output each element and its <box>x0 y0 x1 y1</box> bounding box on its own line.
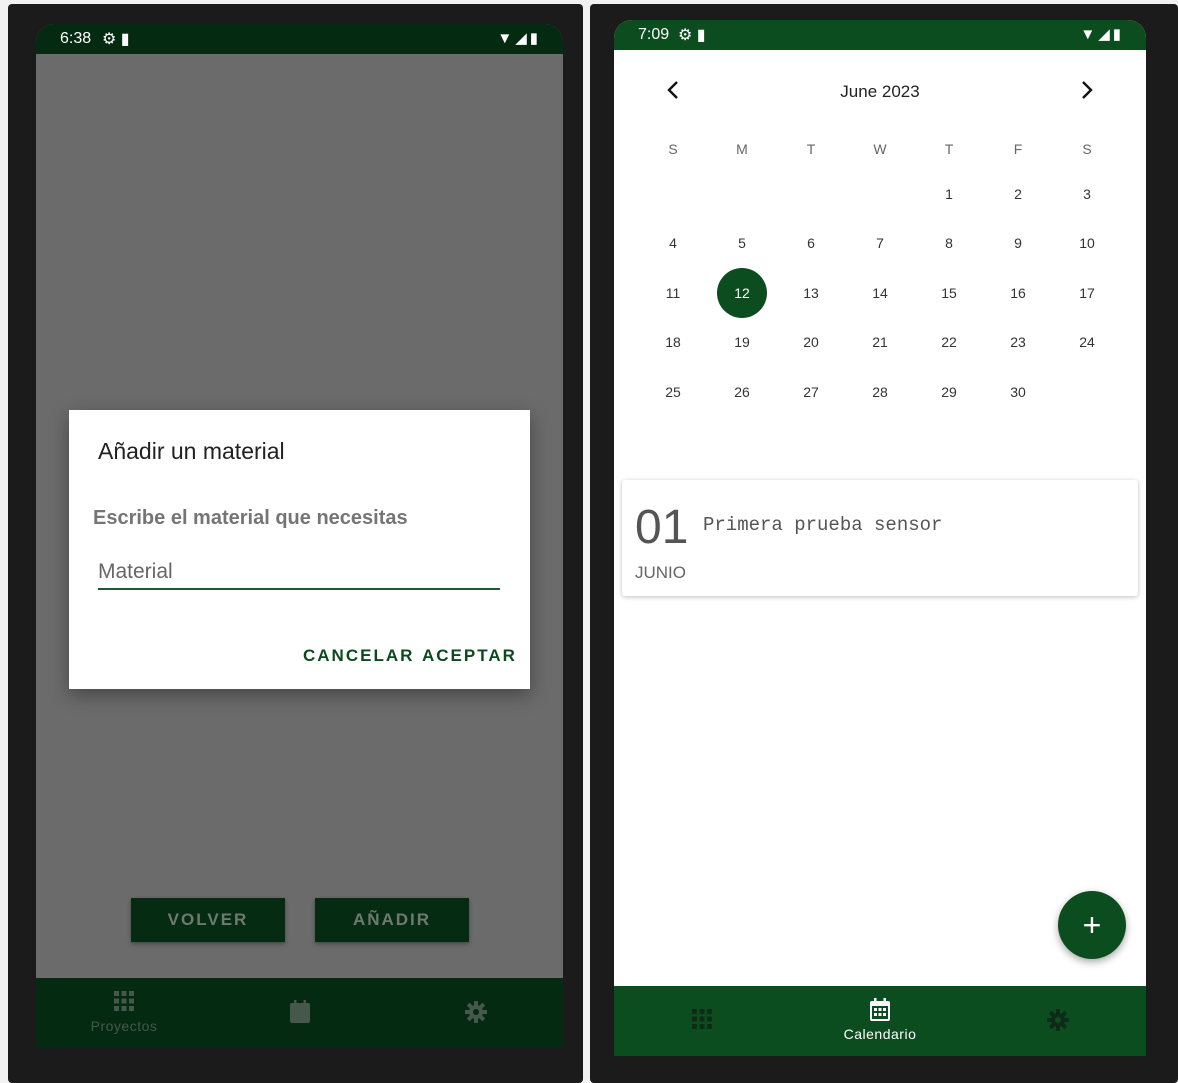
calendar-day[interactable]: 29 <box>924 367 974 417</box>
previous-month-button[interactable] <box>660 80 686 106</box>
weekday-label: W <box>873 141 887 157</box>
status-system-icons: ▼◢▮ <box>1080 26 1124 43</box>
event-month: JUNIO <box>635 563 686 582</box>
event-day: 01 <box>635 501 689 554</box>
event-title: Primera prueba sensor <box>703 514 943 536</box>
calendar-day[interactable]: 20 <box>786 317 836 367</box>
phone-frame-right: 7:09 ⚙ ▮ ▼◢▮ June 2023 SMTWTFS 123456789… <box>590 4 1178 1083</box>
weekday-label: T <box>944 141 954 157</box>
nav-item-ajustes[interactable] <box>970 986 1146 1056</box>
calendar-day[interactable]: 27 <box>786 367 836 417</box>
calendar-day[interactable]: 1 <box>924 169 974 219</box>
weekday-label: T <box>806 141 816 157</box>
bottom-navigation: Calendario <box>614 986 1146 1056</box>
calendar-icon <box>792 998 968 1022</box>
status-bar: 6:38 ⚙ ▮ ▼◢▮ <box>36 24 563 54</box>
calendar-day[interactable]: 5 <box>717 218 767 268</box>
calendar-icon <box>212 1000 388 1024</box>
calendar-day[interactable]: 13 <box>786 268 836 318</box>
calendar-day[interactable]: 10 <box>1062 218 1112 268</box>
volver-button: VOLVER <box>131 898 285 942</box>
nav-item-proyectos[interactable]: Proyectos <box>36 978 212 1048</box>
nav-item-ajustes[interactable] <box>388 978 563 1048</box>
status-notification-icons: ⚙ ▮ <box>102 31 130 48</box>
anadir-button: AÑADIR <box>315 898 469 942</box>
event-card[interactable]: 01 JUNIO Primera prueba sensor <box>622 480 1138 596</box>
screen-calendar: 7:09 ⚙ ▮ ▼◢▮ June 2023 SMTWTFS 123456789… <box>614 20 1146 1056</box>
calendar-day[interactable]: 26 <box>717 367 767 417</box>
calendar-month-label: June 2023 <box>840 82 920 101</box>
calendar-day[interactable]: 17 <box>1062 268 1112 318</box>
status-system-icons: ▼◢▮ <box>497 30 541 47</box>
calendar-day[interactable]: 25 <box>648 367 698 417</box>
dialog-prompt: Escribe el material que necesitas <box>93 507 408 529</box>
dialog-title: Añadir un material <box>98 438 285 464</box>
weekday-label: M <box>736 141 748 157</box>
gear-icon <box>970 1008 1146 1032</box>
calendar-day[interactable]: 30 <box>993 367 1043 417</box>
chevron-left-icon <box>667 81 678 99</box>
grid-icon <box>614 1008 790 1032</box>
screen-add-material: 6:38 ⚙ ▮ ▼◢▮ VOLVER AÑADIR Añadir un mat… <box>36 24 563 1048</box>
nav-item-calendario[interactable] <box>212 978 388 1048</box>
calendar-day[interactable]: 6 <box>786 218 836 268</box>
add-material-dialog: Añadir un material Escribe el material q… <box>69 410 530 689</box>
calendar-day[interactable]: 28 <box>855 367 905 417</box>
nav-label: Proyectos <box>90 1018 158 1034</box>
weekday-label: F <box>1013 141 1023 157</box>
status-bar: 7:09 ⚙ ▮ ▼◢▮ <box>614 20 1146 50</box>
cancel-button[interactable]: CANCELAR <box>303 646 414 666</box>
calendar-day[interactable]: 23 <box>993 317 1043 367</box>
calendar-day[interactable]: 24 <box>1062 317 1112 367</box>
nav-item-proyectos[interactable] <box>614 986 790 1056</box>
calendar-day[interactable]: 8 <box>924 218 974 268</box>
calendar-day[interactable]: 15 <box>924 268 974 318</box>
grid-icon <box>36 990 212 1014</box>
phone-frame-left: 6:38 ⚙ ▮ ▼◢▮ VOLVER AÑADIR Añadir un mat… <box>8 4 583 1083</box>
calendar-day[interactable]: 2 <box>993 169 1043 219</box>
nav-label: Calendario <box>843 1026 917 1042</box>
status-time: 7:09 <box>638 26 670 43</box>
calendar-day[interactable]: 3 <box>1062 169 1112 219</box>
calendar-day[interactable]: 7 <box>855 218 905 268</box>
nav-item-calendario[interactable]: Calendario <box>792 986 968 1056</box>
calendar-day[interactable]: 19 <box>717 317 767 367</box>
status-notification-icons: ⚙ ▮ <box>678 27 706 44</box>
chevron-right-icon <box>1082 81 1093 99</box>
calendar-day[interactable]: 9 <box>993 218 1043 268</box>
accept-button[interactable]: ACEPTAR <box>422 646 517 666</box>
calendar-day[interactable]: 18 <box>648 317 698 367</box>
status-time: 6:38 <box>60 30 92 47</box>
calendar-day-selected[interactable]: 12 <box>717 268 767 318</box>
weekday-label: S <box>668 141 678 157</box>
bottom-navigation: Proyectos <box>36 978 563 1048</box>
next-month-button[interactable] <box>1074 80 1100 106</box>
calendar-day[interactable]: 21 <box>855 317 905 367</box>
calendar-day[interactable]: 22 <box>924 317 974 367</box>
calendar-day[interactable]: 14 <box>855 268 905 318</box>
material-input[interactable] <box>98 556 500 590</box>
calendar-day[interactable]: 11 <box>648 268 698 318</box>
calendar-day[interactable]: 4 <box>648 218 698 268</box>
gear-icon <box>388 1000 563 1024</box>
weekday-label: S <box>1082 141 1092 157</box>
add-event-button[interactable]: + <box>1058 891 1126 959</box>
calendar-day[interactable]: 16 <box>993 268 1043 318</box>
